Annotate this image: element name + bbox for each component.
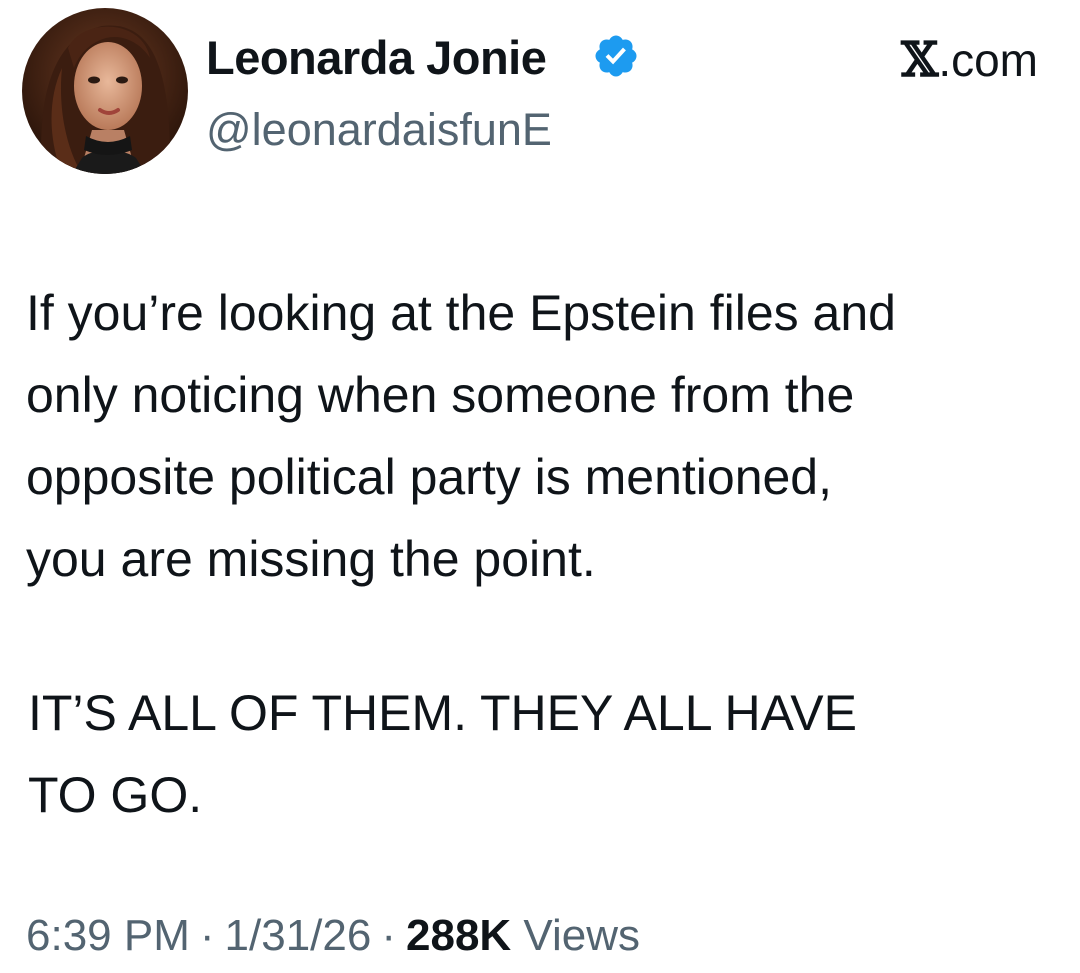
- tweet-text-emphasis: IT’S ALL OF THEM. THEY ALL HAVE TO GO.: [28, 672, 1058, 836]
- tweet-text-line: IT’S ALL OF THEM. THEY ALL HAVE: [28, 685, 858, 741]
- tweet-text-line: TO GO.: [28, 767, 203, 823]
- tweet-text-line: only noticing when someone from the: [26, 367, 855, 423]
- tweet-text-line: you are missing the point.: [26, 531, 596, 587]
- user-handle[interactable]: @leonardaisfunE: [206, 100, 552, 160]
- views-count[interactable]: 288K: [406, 911, 511, 960]
- x-logo: 𝕏.com: [901, 30, 1038, 90]
- avatar-photo: [22, 8, 188, 174]
- brand-suffix: .com: [938, 34, 1038, 86]
- display-name[interactable]: Leonarda Jonie: [206, 26, 547, 90]
- tweet-card: Leonarda Jonie @leonardaisfunE 𝕏.com If …: [0, 0, 1080, 973]
- tweet-meta: 6:39 PM · 1/31/26 · 288K Views: [26, 906, 640, 966]
- tweet-time[interactable]: 6:39 PM: [26, 911, 190, 960]
- tweet-text: If you’re looking at the Epstein files a…: [26, 272, 1056, 600]
- meta-separator: ·: [381, 911, 396, 960]
- avatar[interactable]: [22, 8, 188, 174]
- verified-badge-icon: [595, 35, 637, 77]
- tweet-text-line: If you’re looking at the Epstein files a…: [26, 285, 896, 341]
- views-label: Views: [523, 911, 640, 960]
- meta-separator: ·: [199, 911, 215, 960]
- x-icon: 𝕏: [901, 32, 939, 88]
- tweet-text-line: opposite political party is mentioned,: [26, 449, 833, 505]
- tweet-date[interactable]: 1/31/26: [225, 911, 372, 960]
